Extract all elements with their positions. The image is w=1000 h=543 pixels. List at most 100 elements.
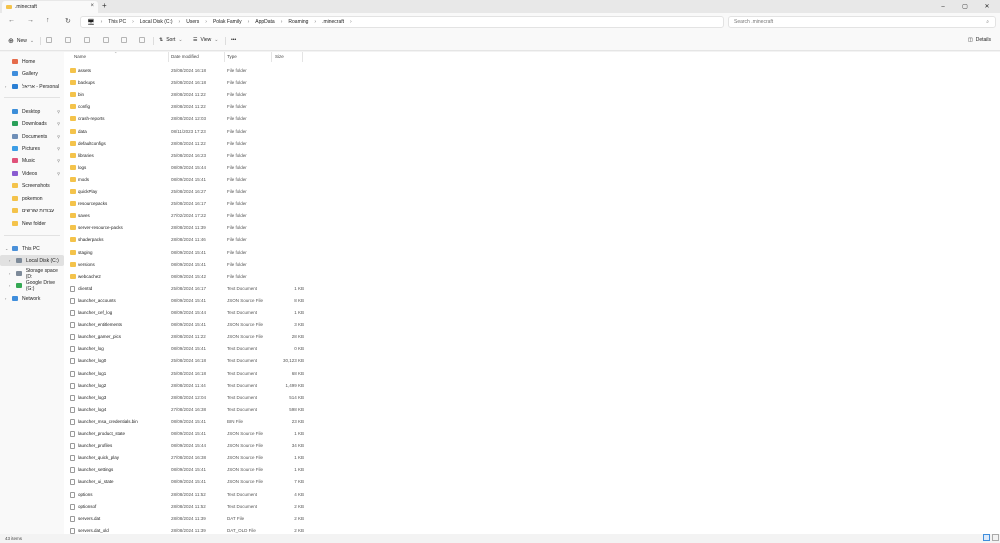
file-row[interactable]: libraries 25/08/2024 16:23 File folder [64, 150, 304, 162]
file-row[interactable]: mods 08/09/2024 15:41 File folder [64, 174, 304, 186]
sidebar-item-pokemon[interactable]: pokemon [0, 193, 64, 204]
file-row[interactable]: launcher_accounts 08/09/2024 15:41 JSON So… [64, 295, 304, 307]
column-divider[interactable] [168, 52, 169, 62]
file-row[interactable]: launcher_log1 25/08/2024 16:18 Text Docume… [64, 368, 304, 380]
column-divider[interactable] [224, 52, 225, 62]
file-row[interactable]: launcher_product_state 08/09/2024 15:41 JS… [64, 428, 304, 440]
file-row[interactable]: clientId 25/08/2024 16:17 Text Document 1 K… [64, 283, 304, 295]
column-header-size[interactable]: Size [275, 54, 284, 59]
breadcrumb-roaming[interactable]: Roaming [288, 19, 308, 25]
rename-button[interactable] [103, 37, 112, 43]
file-row[interactable]: launcher_log2 28/08/2024 11:44 Text Docume… [64, 380, 304, 392]
paste-button[interactable] [84, 37, 93, 43]
sidebar-item-downloads[interactable]: Downloads ⚲ [0, 118, 64, 129]
sidebar-item-music[interactable]: Music ⚲ [0, 155, 64, 166]
copy-button[interactable] [65, 37, 74, 43]
cut-button[interactable] [46, 37, 55, 43]
details-view-toggle[interactable] [983, 534, 990, 541]
delete-button[interactable] [139, 37, 148, 43]
file-row[interactable]: launcher_gamer_pics 28/08/2024 11:22 JSON … [64, 331, 304, 343]
file-row[interactable]: servers.dat 28/08/2024 11:39 DAT File 2 KB [64, 513, 304, 525]
breadcrumb-appdata[interactable]: AppData [255, 19, 274, 25]
file-row[interactable]: config 28/08/2024 11:22 File folder [64, 101, 304, 113]
file-date: 25/08/2024 16:23 [171, 152, 207, 158]
breadcrumb-users[interactable]: Users [186, 19, 199, 25]
sidebar-item-screenshots[interactable]: Screenshots [0, 180, 64, 191]
tab-minecraft[interactable]: .minecraft × [2, 1, 98, 13]
tiles-view-toggle[interactable] [992, 534, 999, 541]
file-row[interactable]: backups 25/08/2024 16:18 File folder [64, 77, 304, 89]
sidebar-item-google-drive[interactable]: › Google Drive (G:) [0, 280, 64, 292]
refresh-button[interactable]: ↻ [65, 17, 71, 25]
search-input[interactable]: Search .minecraft [734, 19, 773, 25]
sidebar-item-roots-project[interactable]: עבודות שורשים [0, 205, 64, 216]
details-button[interactable]: ◫ Details [968, 37, 991, 43]
search-box[interactable]: Search .minecraft ⌕ [728, 16, 996, 28]
file-row[interactable]: launcher_log3 28/08/2024 12:04 Text Docume… [64, 392, 304, 404]
close-tab-icon[interactable]: × [90, 3, 94, 9]
file-row[interactable]: bin 28/08/2024 11:22 File folder [64, 89, 304, 101]
file-row[interactable]: defaultconfigs 28/08/2024 11:22 File folde… [64, 138, 304, 150]
file-row[interactable]: launcher_ui_state 08/09/2024 15:41 JSON So… [64, 476, 304, 488]
sidebar-item-storage-space[interactable]: › Storage space (D: [0, 268, 64, 280]
file-row[interactable]: staging 08/09/2024 15:41 File folder [64, 247, 304, 259]
file-row[interactable]: launcher_settings 08/09/2024 15:41 JSON So… [64, 464, 304, 476]
file-row[interactable]: launcher_quick_play 27/08/2024 16:38 JSON … [64, 452, 304, 464]
file-row[interactable]: crash-reports 28/08/2024 12:03 File folder [64, 113, 304, 125]
column-divider[interactable] [302, 52, 303, 62]
file-type: File folder [227, 189, 247, 194]
breadcrumb-minecraft[interactable]: .minecraft [322, 19, 344, 25]
minimize-button[interactable]: – [932, 0, 954, 13]
file-row[interactable]: quickPlay 25/08/2024 16:27 File folder [64, 186, 304, 198]
file-row[interactable]: versions 08/09/2024 15:41 File folder [64, 259, 304, 271]
sidebar-item-onedrive[interactable]: › אריאל - Personal [0, 81, 64, 92]
breadcrumb-this-pc[interactable]: This PC [108, 19, 126, 25]
forward-button[interactable]: → [27, 17, 34, 24]
new-button[interactable]: ⊕ New ⌄ [8, 37, 34, 45]
maximize-button[interactable]: ▢ [954, 0, 976, 13]
sidebar-item-home[interactable]: Home [0, 56, 64, 67]
breadcrumb-polak-family[interactable]: Polak Family [213, 19, 242, 25]
address-bar[interactable]: 🖥 › This PC › Local Disk (C:) › Users › … [80, 16, 724, 28]
back-button[interactable]: ← [8, 17, 15, 24]
share-button[interactable] [121, 37, 130, 43]
file-row[interactable]: launcher_entitlements 08/09/2024 15:41 JSO… [64, 319, 304, 331]
file-row[interactable]: resourcepacks 25/08/2024 16:17 File folder [64, 198, 304, 210]
file-row[interactable]: launcher_log4 27/08/2024 16:38 Text Docume… [64, 404, 304, 416]
up-button[interactable]: ↑ [46, 17, 50, 24]
file-icon [70, 297, 75, 304]
column-header-name[interactable]: Name [74, 54, 86, 59]
view-button[interactable]: ☰ View ⌄ [193, 37, 218, 43]
more-options-button[interactable]: ••• [231, 37, 236, 43]
file-row[interactable]: launcher_cef_log 08/09/2024 15:44 Text Doc… [64, 307, 304, 319]
new-tab-button[interactable]: + [102, 1, 107, 10]
file-row[interactable]: server-resource-packs 28/08/2024 11:39 Fil… [64, 222, 304, 234]
file-row[interactable]: saves 27/02/2024 17:22 File folder [64, 210, 304, 222]
file-row[interactable]: data 08/11/2023 17:23 File folder [64, 126, 304, 138]
file-row[interactable]: launcher_msa_credentials.bin 08/09/2024 1… [64, 416, 304, 428]
sidebar-item-videos[interactable]: Videos ⚲ [0, 168, 64, 179]
file-row[interactable]: webcache2 08/09/2024 15:42 File folder [64, 271, 304, 283]
file-row[interactable]: launcher_log 08/09/2024 15:41 Text Documen… [64, 343, 304, 355]
file-row[interactable]: launcher_log0 25/08/2024 16:18 Text Docume… [64, 355, 304, 367]
sidebar-item-this-pc[interactable]: ⌄ This PC [0, 243, 64, 254]
sidebar-item-pictures[interactable]: Pictures ⚲ [0, 143, 64, 154]
sidebar-item-gallery[interactable]: Gallery [0, 68, 64, 79]
close-window-button[interactable]: ✕ [976, 0, 998, 13]
sidebar-item-new-folder[interactable]: New folder [0, 218, 64, 229]
file-row[interactable]: launcher_profiles 08/09/2024 15:44 JSON So… [64, 440, 304, 452]
file-row[interactable]: logs 08/09/2024 15:44 File folder [64, 162, 304, 174]
column-header-type[interactable]: Type [227, 54, 237, 59]
sidebar-item-network[interactable]: › Network [0, 293, 64, 304]
sidebar-item-documents[interactable]: Documents ⚲ [0, 131, 64, 142]
breadcrumb-local-disk[interactable]: Local Disk (C:) [140, 19, 173, 25]
sidebar-item-local-disk[interactable]: › Local Disk (C:) [0, 255, 64, 266]
column-divider[interactable] [271, 52, 272, 62]
sidebar-item-desktop[interactable]: Desktop ⚲ [0, 106, 64, 117]
file-row[interactable]: assets 25/08/2024 16:18 File folder [64, 65, 304, 77]
file-row[interactable]: shaderpacks 28/08/2024 11:46 File folder [64, 234, 304, 246]
column-header-date[interactable]: Date modified [171, 54, 199, 59]
file-row[interactable]: optionsof 28/08/2024 11:52 Text Document 2 … [64, 501, 304, 513]
file-row[interactable]: options 28/08/2024 11:52 Text Document 4 KB [64, 489, 304, 501]
sort-button[interactable]: ⇅ Sort ⌄ [159, 37, 183, 43]
